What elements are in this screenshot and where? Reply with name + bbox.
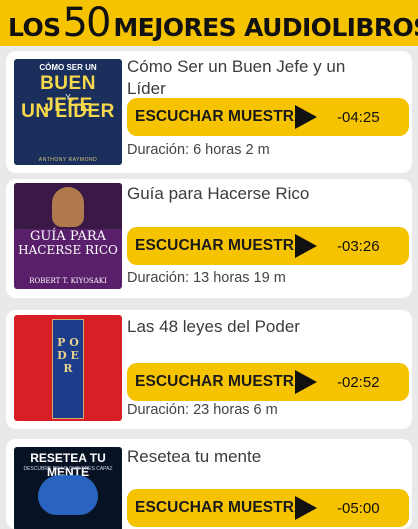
cover-text: HACERSE RICO <box>18 243 118 257</box>
book-card[interactable]: CÓMO SER UN BUEN JEFE Y UN LÍDER ANTHONY… <box>6 51 412 173</box>
cover-text: GUÍA PARA <box>29 229 107 244</box>
page-title: LOS 50 MEJORES AUDIOLIBROS <box>8 0 418 46</box>
play-icon[interactable] <box>295 234 317 258</box>
book-title: Cómo Ser un Buen Jefe y un Líder <box>127 57 346 98</box>
play-icon[interactable] <box>295 370 317 394</box>
book-title: Guía para Hacerse Rico <box>127 184 310 203</box>
author-face <box>52 187 84 227</box>
book-card[interactable]: P O D E R Las 48 leyes del Poder ESCUCHA… <box>6 310 412 429</box>
play-icon[interactable] <box>295 105 317 129</box>
tiktok-logo: TikTok <box>312 445 356 461</box>
listen-sample-button[interactable]: ESCUCHAR MUESTRA -04:25 <box>127 98 409 136</box>
remaining-time: -03:26 <box>337 238 380 255</box>
book-cover[interactable]: GUÍA PARA HACERSE RICO ROBERT T. KIYOSAK… <box>14 183 122 289</box>
listen-sample-button[interactable]: ESCUCHAR MUESTRA -03:26 <box>127 227 409 265</box>
brain-icon <box>38 475 98 515</box>
title-number: 50 <box>62 0 112 46</box>
book-duration: Duración: 13 horas 19 m <box>127 270 286 286</box>
remaining-time: -02:52 <box>337 374 380 391</box>
book-duration: Duración: 23 horas 6 m <box>127 402 278 418</box>
play-icon[interactable] <box>295 496 317 520</box>
cover-author: ANTHONY RAYMOND <box>38 157 98 163</box>
tiktok-username: @librosdigitalespe2 <box>311 464 399 475</box>
book-cover[interactable]: P O D E R <box>14 315 122 421</box>
button-label: ESCUCHAR MUESTRA <box>135 108 306 125</box>
cover-panel: P O D E R <box>52 319 84 419</box>
cover-text: DESCUBRE DE LO QUE ERES CAPAZ <box>23 466 113 472</box>
listen-sample-button[interactable]: ESCUCHAR MUESTRA -02:52 <box>127 363 409 401</box>
title-rest: MEJORES AUDIOLIBROS <box>113 13 418 42</box>
remaining-time: -05:00 <box>337 500 380 517</box>
header-banner: LOS 50 MEJORES AUDIOLIBROS <box>0 0 418 46</box>
book-card[interactable]: GUÍA PARA HACERSE RICO ROBERT T. KIYOSAK… <box>6 179 412 298</box>
listen-sample-button[interactable]: ESCUCHAR MUESTRA -05:00 <box>127 489 409 527</box>
button-label: ESCUCHAR MUESTRA <box>135 237 306 254</box>
book-title: Las 48 leyes del Poder <box>127 317 300 336</box>
book-cover[interactable]: CÓMO SER UN BUEN JEFE Y UN LÍDER ANTHONY… <box>14 59 122 165</box>
button-label: ESCUCHAR MUESTRA <box>135 373 306 390</box>
cover-text: UN LÍDER <box>21 101 115 122</box>
cover-text: P O D E R <box>57 336 79 375</box>
book-cover[interactable]: RESETEA TU MENTE DESCUBRE DE LO QUE ERES… <box>14 447 122 529</box>
title-prefix: LOS <box>8 13 61 42</box>
cover-text: CÓMO SER UN <box>39 63 97 72</box>
remaining-time: -04:25 <box>337 109 380 126</box>
button-label: ESCUCHAR MUESTRA <box>135 499 306 516</box>
cover-author: ROBERT T. KIYOSAKI <box>29 277 107 285</box>
book-duration: Duración: 6 horas 2 m <box>127 142 270 158</box>
